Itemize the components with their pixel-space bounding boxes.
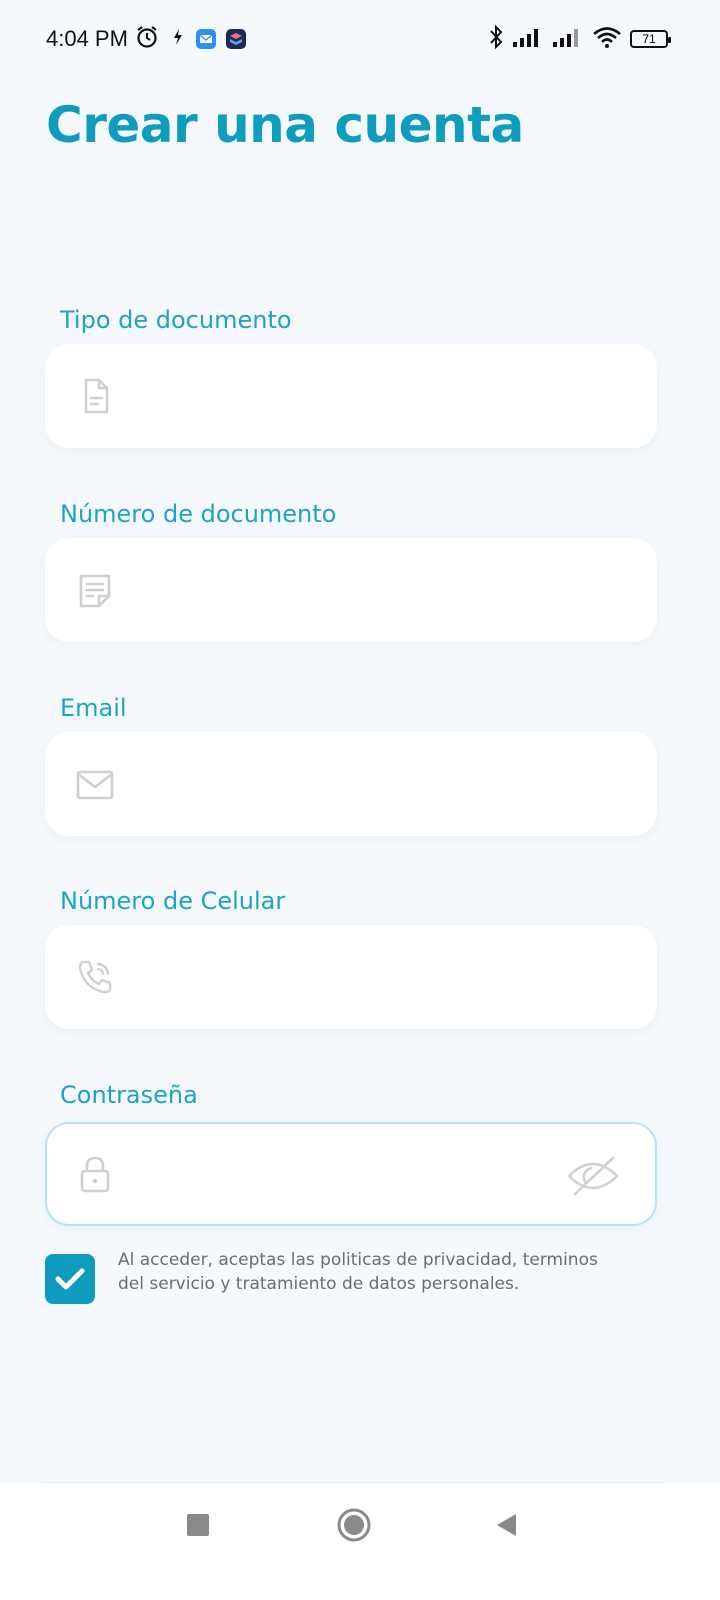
battery-icon: 71: [630, 30, 671, 48]
square-icon: [187, 1514, 209, 1536]
signal-icon: [552, 26, 584, 52]
email-field[interactable]: [45, 732, 657, 836]
shortcut-app-icon: [226, 29, 246, 49]
document-number-field[interactable]: [45, 538, 657, 642]
navigation-bar: [0, 1483, 720, 1600]
triangle-left-icon: [497, 1514, 516, 1536]
circle-icon: [337, 1508, 371, 1542]
consent-checkbox[interactable]: [45, 1254, 95, 1304]
back-button[interactable]: [494, 1513, 518, 1541]
document-number-label: Número de documento: [60, 500, 337, 528]
bolt-icon: [170, 27, 186, 51]
alarm-icon: [134, 24, 160, 54]
password-field[interactable]: [45, 1122, 657, 1226]
document-type-field[interactable]: [45, 344, 657, 448]
phone-field[interactable]: [45, 925, 657, 1029]
phone-label: Número de Celular: [60, 887, 286, 915]
phone-input[interactable]: [135, 947, 589, 1009]
mail-icon: [75, 764, 115, 804]
document-number-input[interactable]: [135, 560, 589, 622]
mail-app-icon: [196, 29, 216, 49]
wifi-icon: [592, 25, 622, 53]
consent-text: Al acceder, aceptas las politicas de pri…: [118, 1250, 598, 1294]
signal-icon: [512, 26, 544, 52]
email-label: Email: [60, 694, 127, 722]
document-type-input[interactable]: [135, 366, 589, 428]
home-button[interactable]: [336, 1507, 372, 1547]
phone-icon: [75, 957, 115, 997]
bluetooth-icon: [488, 24, 504, 54]
email-input[interactable]: [135, 754, 589, 816]
lock-icon: [75, 1154, 115, 1194]
status-time: 4:04 PM: [46, 26, 128, 51]
eye-off-icon[interactable]: [565, 1154, 621, 1198]
document-icon: [75, 376, 115, 416]
checkmark-icon: [55, 1268, 85, 1290]
page-title: Crear una cuenta: [46, 96, 524, 154]
status-bar: 4:04 PM 71: [0, 0, 720, 80]
document-type-label: Tipo de documento: [60, 306, 292, 334]
password-label: Contraseña: [60, 1081, 198, 1109]
password-input[interactable]: [137, 1146, 591, 1208]
recents-button[interactable]: [186, 1513, 210, 1541]
notes-icon: [75, 570, 115, 610]
